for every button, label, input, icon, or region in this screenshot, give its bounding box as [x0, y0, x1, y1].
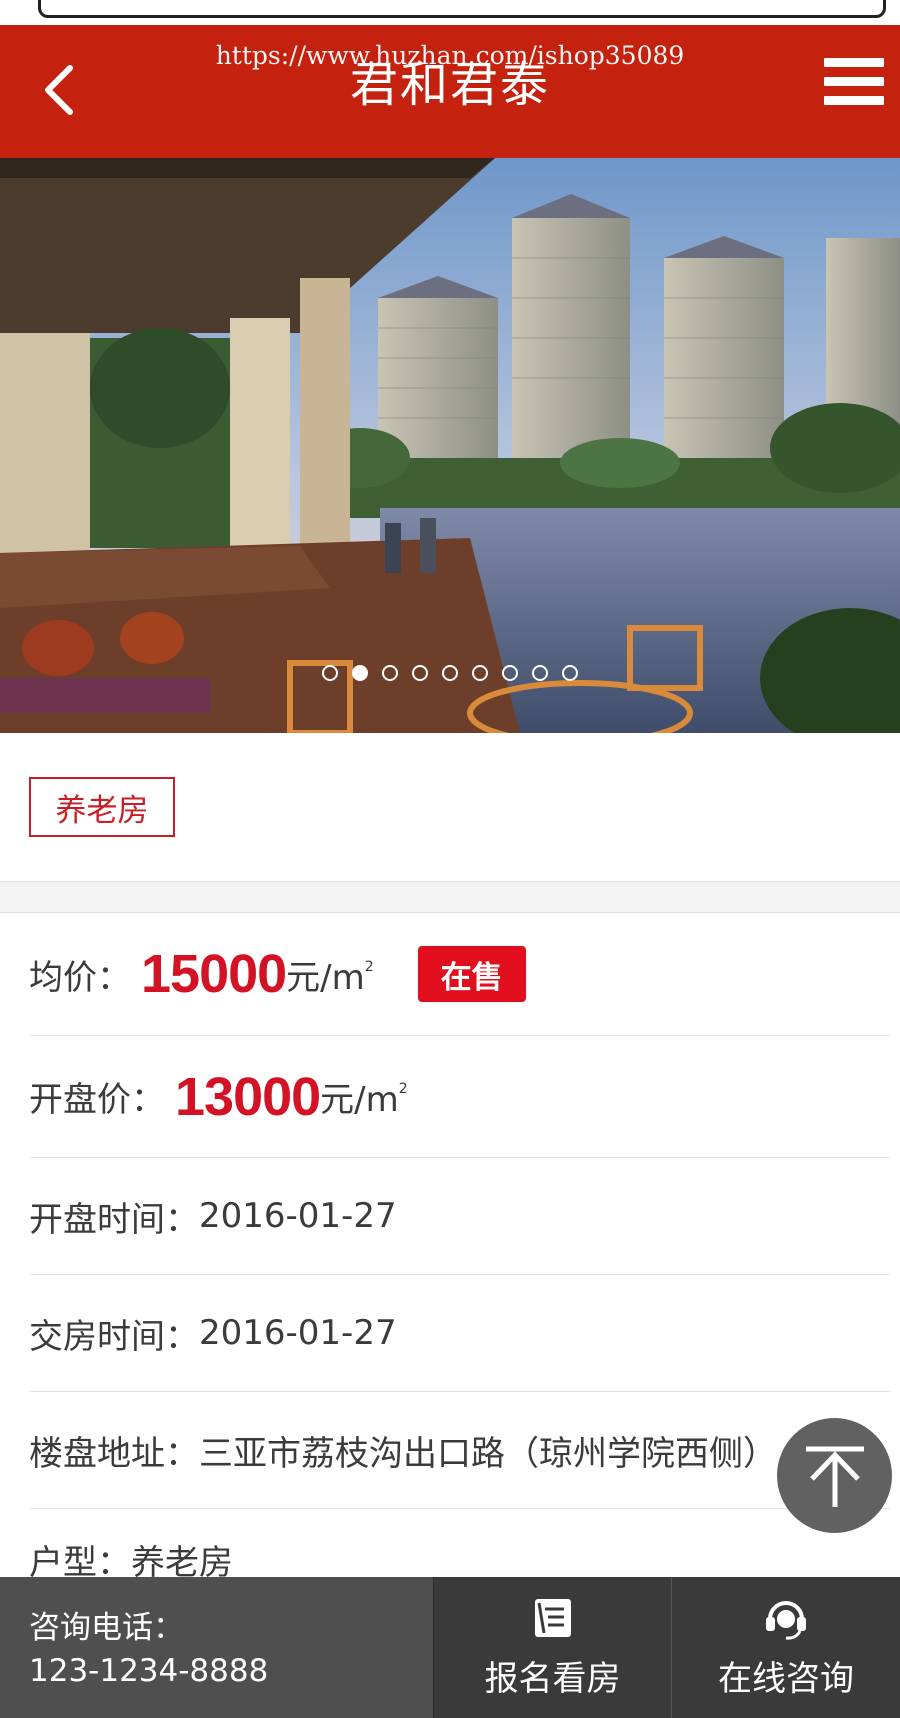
delivery-date-value: 2016-01-27 [199, 1313, 397, 1353]
form-edit-icon [534, 1599, 571, 1637]
contact-label: 咨询电话： [29, 1610, 184, 1646]
hamburger-menu-icon [824, 58, 884, 67]
open-date-row: 开盘时间： 2016-01-27 [29, 1158, 891, 1275]
page-title: 君和君泰 [349, 57, 550, 113]
avg-price-row: 均价： 15000 元/m2 在售 [29, 913, 891, 1036]
online-label: 在线咨询 [718, 1659, 854, 1699]
carousel-dot[interactable] [412, 665, 428, 681]
address-label: 楼盘地址： [29, 1433, 199, 1474]
arrow-up-icon [805, 1446, 864, 1507]
avg-price-label: 均价： [29, 957, 131, 998]
back-to-top-button[interactable] [777, 1418, 892, 1533]
carousel-dot[interactable] [322, 665, 338, 681]
carousel-dot[interactable] [442, 665, 458, 681]
address-value: 三亚市荔枝沟出口路（琼州学院西侧） [199, 1433, 777, 1474]
browser-address-frame [38, 0, 886, 18]
online-consult-button[interactable]: 在线咨询 [672, 1577, 900, 1718]
contact-phone: 123-1234-8888 [29, 1653, 269, 1689]
open-price-label: 开盘价： [29, 1080, 165, 1120]
bottom-action-bar: 咨询电话： 123-1234-8888 报名看房 在线咨询 [0, 1577, 900, 1718]
open-date-label: 开盘时间： [29, 1199, 199, 1240]
open-price-value: 13000 [175, 1066, 321, 1127]
property-tags: 养老房 [0, 733, 900, 882]
carousel-dot[interactable] [382, 665, 398, 681]
carousel-dot[interactable] [352, 665, 368, 681]
address-row: 楼盘地址： 三亚市荔枝沟出口路（琼州学院西侧） [29, 1392, 891, 1509]
menu-button[interactable] [810, 55, 900, 115]
carousel-indicators [0, 665, 900, 681]
property-photo [0, 158, 900, 733]
contact-phone-block[interactable]: 咨询电话： 123-1234-8888 [0, 1577, 433, 1718]
signup-viewing-button[interactable]: 报名看房 [433, 1577, 672, 1718]
status-badge: 在售 [417, 946, 526, 1002]
open-price-unit: 元/m2 [320, 1080, 408, 1120]
top-navbar: 君和君泰 https://www.huzhan.com/ishop35089 [0, 25, 900, 158]
section-divider [0, 882, 900, 913]
open-price-row: 开盘价： 13000 元/m2 [29, 1036, 891, 1158]
carousel-dot[interactable] [502, 665, 518, 681]
open-date-value: 2016-01-27 [199, 1196, 397, 1236]
avg-price-unit: 元/m2 [286, 957, 374, 998]
delivery-date-row: 交房时间： 2016-01-27 [29, 1275, 891, 1392]
carousel-dot[interactable] [562, 665, 578, 681]
signup-label: 报名看房 [484, 1659, 621, 1699]
property-image-carousel[interactable] [0, 158, 900, 733]
property-type-tag: 养老房 [29, 777, 175, 837]
delivery-date-label: 交房时间： [29, 1316, 199, 1357]
headset-icon [766, 1601, 806, 1640]
carousel-dot[interactable] [472, 665, 488, 681]
avg-price-value: 15000 [141, 944, 287, 1004]
carousel-dot[interactable] [532, 665, 548, 681]
